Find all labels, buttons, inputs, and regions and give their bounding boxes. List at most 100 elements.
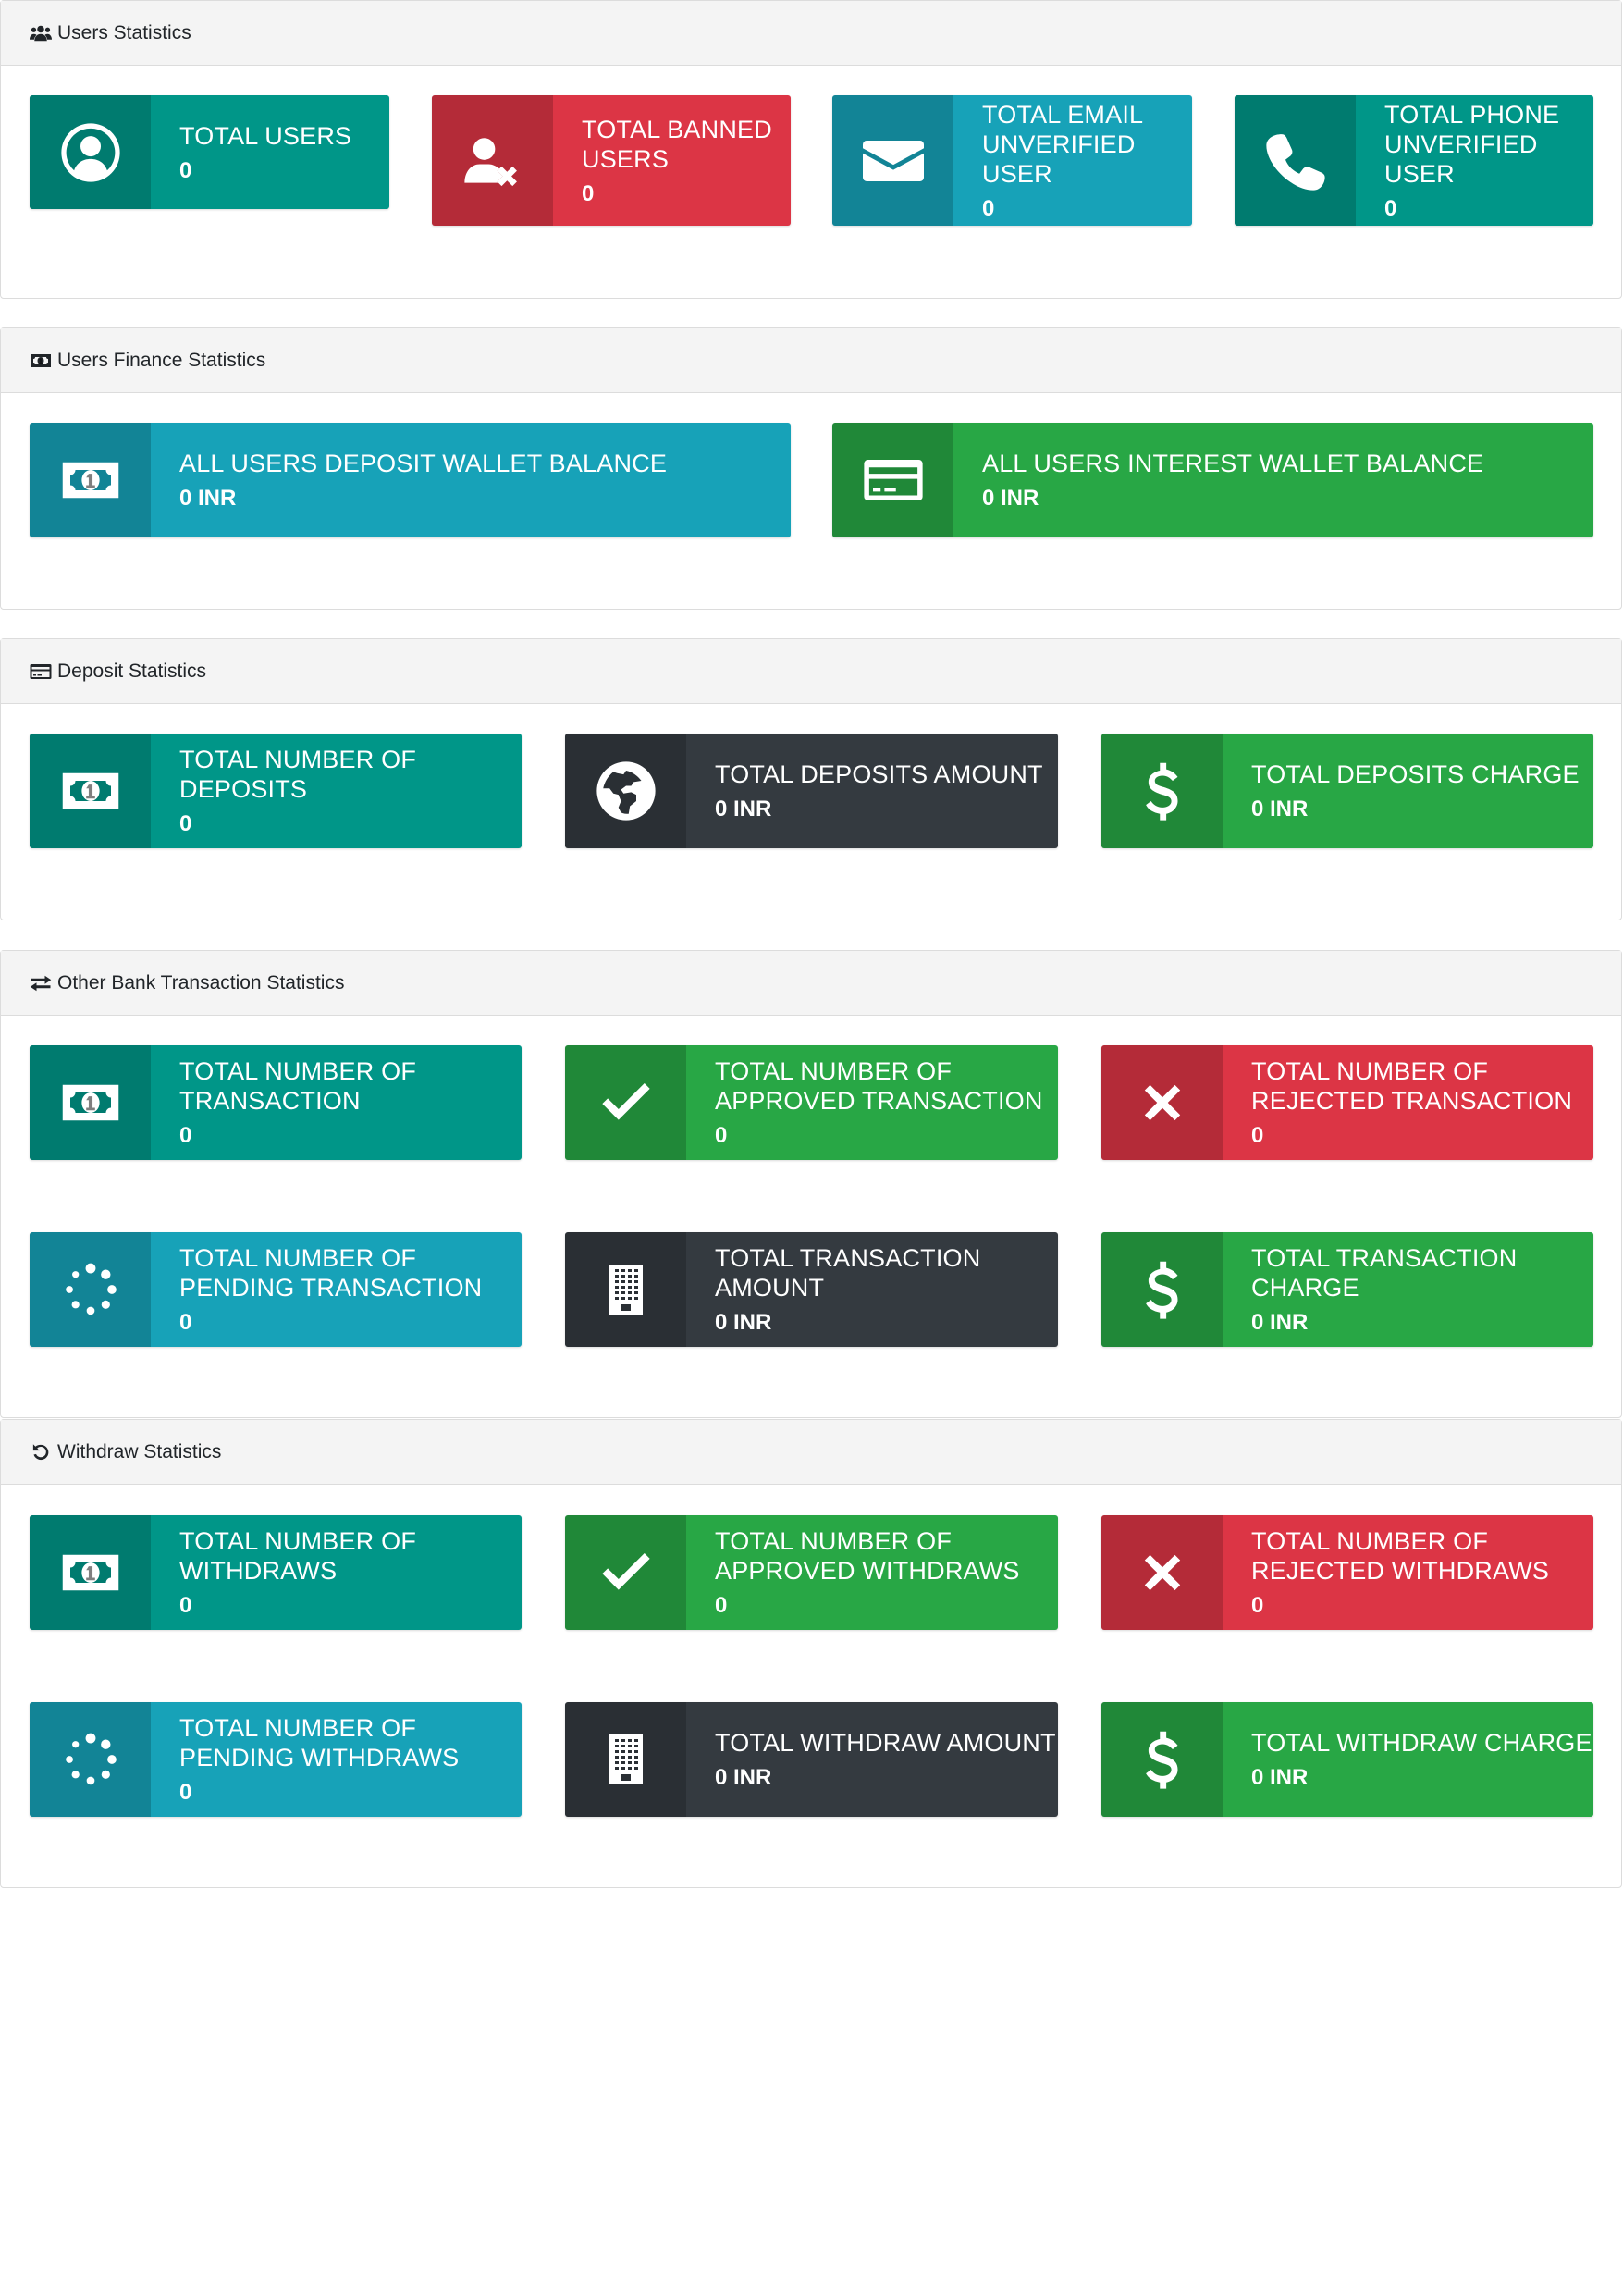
stat-label: TOTAL NUMBER OF APPROVED WITHDRAWS (715, 1527, 1020, 1585)
stat-value: 0 (179, 1310, 192, 1335)
check-icon (565, 1515, 686, 1630)
undo-icon (30, 1443, 52, 1462)
card-header: Deposit Statistics (1, 639, 1621, 704)
stat-box-total-transaction: TOTAL NUMBER OF TRANSACTION 0 (30, 1045, 522, 1160)
money-bill-icon (30, 734, 151, 848)
stat-value: 0 (1251, 1123, 1264, 1148)
stat-value: 0 (715, 1123, 728, 1148)
stat-box-total-banned-users: TOTAL BANNED USERS 0 (432, 95, 791, 226)
stat-box-approved-transaction: TOTAL NUMBER OF APPROVED TRANSACTION 0 (565, 1045, 1058, 1160)
dollar-icon (1101, 1702, 1223, 1817)
credit-card-icon (30, 662, 52, 681)
users-icon (30, 24, 52, 43)
stat-box-total-users: TOTAL USERS 0 (30, 95, 389, 209)
stat-value: 0 INR (1251, 1765, 1309, 1790)
stat-box-total-withdraws: TOTAL NUMBER OF WITHDRAWS 0 (30, 1515, 522, 1630)
globe-icon (565, 734, 686, 848)
stat-box-rejected-transaction: TOTAL NUMBER OF REJECTED TRANSACTION 0 (1101, 1045, 1593, 1160)
stat-label: TOTAL DEPOSITS CHARGE (1251, 760, 1580, 788)
stat-box-pending-withdraws: TOTAL NUMBER OF PENDING WITHDRAWS 0 (30, 1702, 522, 1817)
stat-label: TOTAL NUMBER OF WITHDRAWS (179, 1527, 417, 1585)
envelope-icon (832, 95, 953, 226)
stat-box-total-deposits-amount: TOTAL DEPOSITS AMOUNT 0 INR (565, 734, 1058, 848)
user-circle-icon (30, 95, 151, 209)
stat-box-rejected-withdraws: TOTAL NUMBER OF REJECTED WITHDRAWS 0 (1101, 1515, 1593, 1630)
stat-label: TOTAL NUMBER OF PENDING TRANSACTION (179, 1244, 483, 1302)
stat-value: 0 (1251, 1593, 1264, 1618)
stat-box-withdraw-charge: TOTAL WITHDRAW CHARGE 0 INR (1101, 1702, 1593, 1817)
stat-value: 0 (179, 1780, 192, 1805)
stat-box-total-deposits-charge: TOTAL DEPOSITS CHARGE 0 INR (1101, 734, 1593, 848)
dollar-icon (1101, 1232, 1223, 1347)
stat-label: TOTAL BANNED USERS (582, 115, 772, 173)
stat-value: 0 (179, 1593, 192, 1618)
stat-label: TOTAL NUMBER OF PENDING WITHDRAWS (179, 1714, 460, 1771)
stat-value: 0 (179, 157, 192, 183)
stat-value: 0 INR (179, 486, 237, 511)
stat-value: 0 INR (1251, 1310, 1309, 1335)
money-bill-icon (30, 423, 151, 537)
section-title: Deposit Statistics (57, 660, 207, 682)
stat-value: 0 INR (1251, 796, 1309, 821)
phone-icon (1235, 95, 1356, 226)
money-bill-icon (30, 1515, 151, 1630)
times-icon (1101, 1515, 1223, 1630)
stat-label: TOTAL WITHDRAW CHARGE (1251, 1729, 1592, 1757)
card-header: Users Statistics (1, 1, 1621, 66)
stat-label: TOTAL USERS (179, 121, 352, 150)
exchange-icon (30, 974, 52, 993)
times-icon (1101, 1045, 1223, 1160)
stat-value: 0 (582, 180, 595, 206)
stat-box-deposit-wallet-balance: ALL USERS DEPOSIT WALLET BALANCE 0 INR (30, 423, 791, 537)
stat-label: TOTAL WITHDRAW AMOUNT (715, 1729, 1056, 1757)
stat-label: TOTAL NUMBER OF REJECTED TRANSACTION (1251, 1057, 1573, 1115)
stat-value: 0 INR (982, 486, 1039, 511)
stat-label: TOTAL NUMBER OF APPROVED TRANSACTION (715, 1057, 1043, 1115)
stat-label: TOTAL NUMBER OF TRANSACTION (179, 1057, 417, 1115)
card-header: Other Bank Transaction Statistics (1, 951, 1621, 1016)
user-times-icon (432, 95, 553, 226)
spinner-icon (30, 1232, 151, 1347)
stat-box-interest-wallet-balance: ALL USERS INTEREST WALLET BALANCE 0 INR (832, 423, 1593, 537)
section-title: Users Finance Statistics (57, 349, 266, 371)
credit-card-icon (832, 423, 953, 537)
stat-box-transaction-amount: TOTAL TRANSACTION AMOUNT 0 INR (565, 1232, 1058, 1347)
stat-value: 0 (179, 811, 192, 836)
stat-box-total-phone-unverified: TOTAL PHONE UNVERIFIED USER 0 (1235, 95, 1593, 226)
stat-value: 0 (1384, 195, 1397, 221)
stat-value: 0 (715, 1593, 728, 1618)
stat-label: ALL USERS INTEREST WALLET BALANCE (982, 450, 1484, 477)
card-header: Withdraw Statistics (1, 1420, 1621, 1485)
stat-value: 0 INR (715, 1310, 772, 1335)
spinner-icon (30, 1702, 151, 1817)
stat-label: TOTAL NUMBER OF REJECTED WITHDRAWS (1251, 1527, 1550, 1585)
stat-box-total-deposits: TOTAL NUMBER OF DEPOSITS 0 (30, 734, 522, 848)
stat-box-withdraw-amount: TOTAL WITHDRAW AMOUNT 0 INR (565, 1702, 1058, 1817)
stat-box-total-email-unverified: TOTAL EMAIL UNVERIFIED USER 0 (832, 95, 1192, 226)
stat-value: 0 (179, 1123, 192, 1148)
money-bill-icon (30, 1045, 151, 1160)
dollar-icon (1101, 734, 1223, 848)
stat-label: TOTAL TRANSACTION AMOUNT (715, 1244, 981, 1302)
stat-label: TOTAL NUMBER OF DEPOSITS (179, 746, 417, 803)
money-bill-icon (30, 352, 52, 370)
card-header: Users Finance Statistics (1, 328, 1621, 393)
stat-box-transaction-charge: TOTAL TRANSACTION CHARGE 0 INR (1101, 1232, 1593, 1347)
stat-box-pending-transaction: TOTAL NUMBER OF PENDING TRANSACTION 0 (30, 1232, 522, 1347)
section-title: Withdraw Statistics (57, 1440, 222, 1463)
stat-value: 0 INR (715, 796, 772, 821)
stat-label: TOTAL EMAIL UNVERIFIED USER (982, 100, 1143, 188)
stat-value: 0 INR (715, 1765, 772, 1790)
section-title: Other Bank Transaction Statistics (57, 971, 345, 994)
stat-box-approved-withdraws: TOTAL NUMBER OF APPROVED WITHDRAWS 0 (565, 1515, 1058, 1630)
stat-label: ALL USERS DEPOSIT WALLET BALANCE (179, 450, 668, 477)
other-bank-transaction-statistics-card: Other Bank Transaction Statistics (0, 950, 1622, 1418)
section-title: Users Statistics (57, 21, 191, 43)
check-icon (565, 1045, 686, 1160)
withdraw-statistics-card: Withdraw Statistics (0, 1419, 1622, 1888)
building-icon (565, 1232, 686, 1347)
stat-label: TOTAL TRANSACTION CHARGE (1251, 1244, 1518, 1302)
stat-label: TOTAL PHONE UNVERIFIED USER (1384, 100, 1560, 188)
stat-value: 0 (982, 195, 995, 221)
stat-label: TOTAL DEPOSITS AMOUNT (715, 760, 1043, 788)
